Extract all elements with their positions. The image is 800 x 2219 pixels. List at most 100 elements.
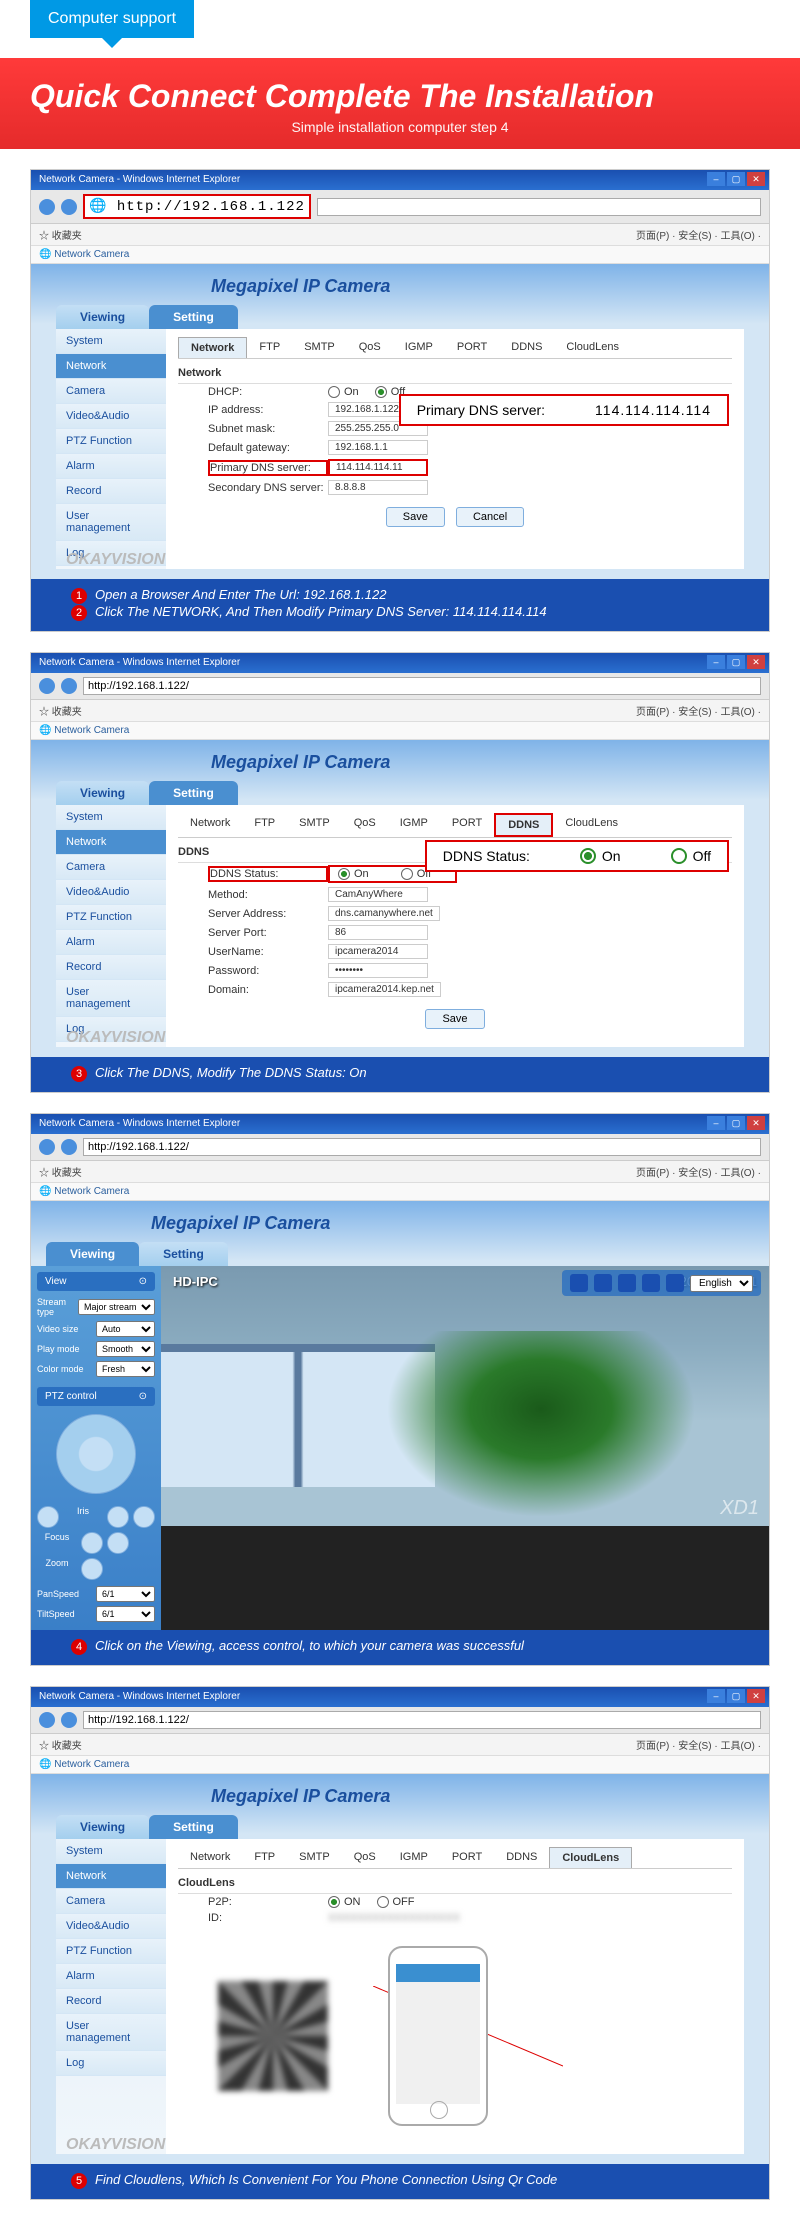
subtab-qos[interactable]: QoS — [342, 813, 388, 837]
browser-tab[interactable]: Network Camera — [54, 725, 129, 736]
subtab-network[interactable]: Network — [178, 813, 242, 837]
close-button[interactable]: ✕ — [747, 1689, 765, 1703]
tab-setting[interactable]: Setting — [149, 781, 238, 805]
focus-minus-icon[interactable] — [133, 1506, 155, 1528]
pmode-select[interactable]: Smooth — [96, 1341, 155, 1357]
subtab-network[interactable]: Network — [178, 337, 247, 358]
view-panel-header[interactable]: View⊙ — [37, 1272, 155, 1291]
gw-field[interactable]: 192.168.1.1 — [328, 440, 428, 455]
favorites-label[interactable]: ☆ 收藏夹 — [39, 1164, 82, 1179]
mic-icon[interactable] — [642, 1274, 660, 1292]
forward-icon[interactable] — [61, 1139, 77, 1155]
cancel-button[interactable]: Cancel — [456, 507, 524, 527]
tab-setting[interactable]: Setting — [139, 1242, 228, 1266]
pass-field[interactable]: •••••••• — [328, 963, 428, 978]
sidebar-item-video-audio[interactable]: Video&Audio — [56, 404, 166, 429]
sidebar-item-camera[interactable]: Camera — [56, 379, 166, 404]
record-icon[interactable] — [618, 1274, 636, 1292]
subtab-ftp[interactable]: FTP — [242, 1847, 287, 1868]
subtab-port[interactable]: PORT — [440, 813, 494, 837]
subtab-ddns[interactable]: DDNS — [494, 813, 553, 837]
search-input[interactable] — [317, 198, 761, 216]
back-icon[interactable] — [39, 678, 55, 694]
favorites-label[interactable]: ☆ 收藏夹 — [39, 1737, 82, 1752]
subtab-cloudlens[interactable]: CloudLens — [549, 1847, 632, 1868]
speaker-icon[interactable] — [666, 1274, 684, 1292]
collapse-icon[interactable]: ⊙ — [139, 1276, 147, 1287]
dhcp-on-radio[interactable]: On — [328, 386, 359, 398]
subtab-igmp[interactable]: IGMP — [393, 337, 445, 358]
ie-tools[interactable]: 页面(P) · 安全(S) · 工具(O) · — [636, 1737, 761, 1752]
favorites-label[interactable]: ☆ 收藏夹 — [39, 227, 82, 242]
sidebar-item-user[interactable]: User management — [56, 2014, 166, 2051]
back-icon[interactable] — [39, 1712, 55, 1728]
browser-tab[interactable]: Network Camera — [54, 1186, 129, 1197]
tab-viewing[interactable]: Viewing — [56, 305, 149, 329]
sidebar-item-network[interactable]: Network — [56, 1864, 166, 1889]
browser-tab[interactable]: Network Camera — [54, 249, 129, 260]
ptz-panel-header[interactable]: PTZ control⊙ — [37, 1387, 155, 1406]
back-icon[interactable] — [39, 199, 55, 215]
favorites-label[interactable]: ☆ 收藏夹 — [39, 703, 82, 718]
iris-minus-icon[interactable] — [37, 1506, 59, 1528]
subtab-smtp[interactable]: SMTP — [292, 337, 347, 358]
language-select[interactable]: English — [690, 1275, 753, 1292]
minimize-button[interactable]: – — [707, 655, 725, 669]
sidebar-item-video-audio[interactable]: Video&Audio — [56, 1914, 166, 1939]
save-button[interactable]: Save — [386, 507, 445, 527]
subtab-igmp[interactable]: IGMP — [388, 1847, 440, 1868]
tab-viewing[interactable]: Viewing — [56, 781, 149, 805]
maximize-button[interactable]: ▢ — [727, 655, 745, 669]
sidebar-item-record[interactable]: Record — [56, 955, 166, 980]
sidebar-item-user[interactable]: User management — [56, 504, 166, 541]
subtab-port[interactable]: PORT — [445, 337, 499, 358]
zoom-minus-icon[interactable] — [107, 1532, 129, 1554]
panspeed-select[interactable]: 6/1 — [96, 1586, 155, 1602]
sidebar-item-alarm[interactable]: Alarm — [56, 454, 166, 479]
method-field[interactable]: CamAnyWhere — [328, 887, 428, 902]
subtab-smtp[interactable]: SMTP — [287, 813, 342, 837]
tab-viewing[interactable]: Viewing — [46, 1242, 139, 1266]
subtab-cloudlens[interactable]: CloudLens — [554, 337, 631, 358]
close-button[interactable]: ✕ — [747, 172, 765, 186]
subtab-ftp[interactable]: FTP — [242, 813, 287, 837]
maximize-button[interactable]: ▢ — [727, 172, 745, 186]
sidebar-item-system[interactable]: System — [56, 805, 166, 830]
collapse-icon[interactable]: ⊙ — [139, 1391, 147, 1402]
subtab-port[interactable]: PORT — [440, 1847, 494, 1868]
subtab-igmp[interactable]: IGMP — [388, 813, 440, 837]
subtab-ddns[interactable]: DDNS — [494, 1847, 549, 1868]
subtab-cloudlens[interactable]: CloudLens — [553, 813, 630, 837]
back-icon[interactable] — [39, 1139, 55, 1155]
ie-tools[interactable]: 页面(P) · 安全(S) · 工具(O) · — [636, 703, 761, 718]
user-field[interactable]: ipcamera2014 — [328, 944, 428, 959]
save-button[interactable]: Save — [425, 1009, 484, 1029]
color-icon[interactable] — [570, 1274, 588, 1292]
snapshot-icon[interactable] — [594, 1274, 612, 1292]
subtab-smtp[interactable]: SMTP — [287, 1847, 342, 1868]
sdns-field[interactable]: 8.8.8.8 — [328, 480, 428, 495]
stream-select[interactable]: Major stream — [78, 1299, 155, 1315]
maximize-button[interactable]: ▢ — [727, 1689, 745, 1703]
ddns-on-radio[interactable]: On — [338, 868, 369, 880]
ie-tools[interactable]: 页面(P) · 安全(S) · 工具(O) · — [636, 1164, 761, 1179]
minimize-button[interactable]: – — [707, 1116, 725, 1130]
pdns-field[interactable]: 114.114.114.11 — [328, 459, 428, 476]
close-button[interactable]: ✕ — [747, 655, 765, 669]
iris-plus-icon[interactable] — [107, 1506, 129, 1528]
close-button[interactable]: ✕ — [747, 1116, 765, 1130]
browser-tab[interactable]: Network Camera — [54, 1759, 129, 1770]
port-field[interactable]: 86 — [328, 925, 428, 940]
forward-icon[interactable] — [61, 199, 77, 215]
sidebar-item-user[interactable]: User management — [56, 980, 166, 1017]
url-input[interactable] — [83, 1711, 761, 1729]
tab-setting[interactable]: Setting — [149, 1815, 238, 1839]
ptz-direction-wheel[interactable] — [56, 1414, 136, 1494]
subtab-ddns[interactable]: DDNS — [499, 337, 554, 358]
zoom-plus-icon[interactable] — [81, 1558, 103, 1580]
sidebar-item-camera[interactable]: Camera — [56, 855, 166, 880]
sidebar-item-camera[interactable]: Camera — [56, 1889, 166, 1914]
tab-viewing[interactable]: Viewing — [56, 1815, 149, 1839]
subtab-ftp[interactable]: FTP — [247, 337, 292, 358]
sidebar-item-ptz[interactable]: PTZ Function — [56, 905, 166, 930]
